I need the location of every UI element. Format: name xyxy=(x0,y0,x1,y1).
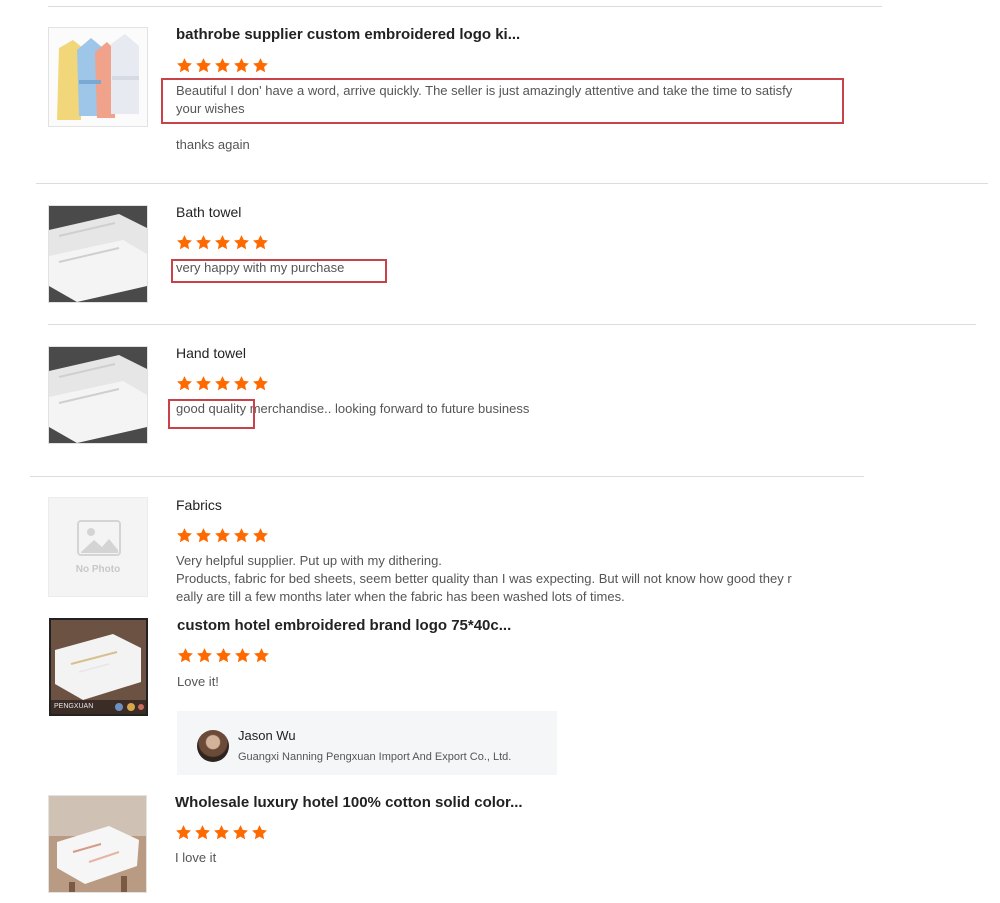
star-icon xyxy=(196,235,211,250)
star-icon xyxy=(197,648,212,663)
star-icon xyxy=(214,825,229,840)
star-icon xyxy=(235,648,250,663)
review-product-title[interactable]: bathrobe supplier custom embroidered log… xyxy=(176,26,520,43)
star-icon xyxy=(254,648,269,663)
reviewer-card: Jason Wu Guangxi Nanning Pengxuan Import… xyxy=(177,711,557,775)
star-icon xyxy=(253,376,268,391)
review-comment: Love it! xyxy=(177,674,219,689)
star-icon xyxy=(196,58,211,73)
highlight-box xyxy=(161,78,844,124)
star-rating xyxy=(175,824,268,841)
star-icon xyxy=(195,825,210,840)
image-watermark: PENGXUAN xyxy=(54,703,94,710)
review-product-title[interactable]: Fabrics xyxy=(176,497,222,513)
review-comment-line: Very helpful supplier. Put up with my di… xyxy=(176,553,442,568)
divider xyxy=(48,6,882,7)
no-photo-icon xyxy=(77,520,121,556)
divider xyxy=(48,324,976,325)
star-icon xyxy=(177,235,192,250)
review-product-title[interactable]: custom hotel embroidered brand logo 75*4… xyxy=(177,617,511,634)
star-icon xyxy=(215,58,230,73)
product-image-bathrobe[interactable] xyxy=(48,27,148,127)
star-icon xyxy=(177,58,192,73)
star-icon xyxy=(234,58,249,73)
star-icon xyxy=(216,648,231,663)
star-icon xyxy=(215,235,230,250)
product-image-hand-towel[interactable] xyxy=(48,346,148,444)
star-icon xyxy=(253,528,268,543)
star-icon xyxy=(253,235,268,250)
review-comment-line: eally are till a few months later when t… xyxy=(176,589,625,604)
star-icon xyxy=(215,376,230,391)
reviewer-company: Guangxi Nanning Pengxuan Import And Expo… xyxy=(238,751,512,763)
review-comment: I love it xyxy=(175,850,217,865)
star-icon xyxy=(177,376,192,391)
reviewer-name[interactable]: Jason Wu xyxy=(238,728,296,743)
star-rating xyxy=(176,57,269,74)
star-icon xyxy=(253,58,268,73)
star-rating xyxy=(176,375,269,392)
star-icon xyxy=(177,528,192,543)
star-icon xyxy=(178,648,193,663)
star-icon xyxy=(252,825,267,840)
star-icon xyxy=(196,528,211,543)
star-icon xyxy=(176,825,191,840)
star-icon xyxy=(234,528,249,543)
product-image-embroidered-towel[interactable]: PENGXUAN xyxy=(49,618,148,716)
review-product-title[interactable]: Hand towel xyxy=(176,345,246,361)
product-image-hotel-towel[interactable] xyxy=(48,795,147,893)
star-icon xyxy=(215,528,230,543)
review-followup: thanks again xyxy=(176,137,250,152)
avatar[interactable] xyxy=(197,730,229,762)
highlight-box xyxy=(171,259,387,283)
review-comment-line: Products, fabric for bed sheets, seem be… xyxy=(176,571,792,586)
review-product-title[interactable]: Wholesale luxury hotel 100% cotton solid… xyxy=(175,794,523,811)
star-icon xyxy=(196,376,211,391)
highlight-box xyxy=(168,399,255,429)
star-rating xyxy=(176,527,269,544)
star-icon xyxy=(234,376,249,391)
star-rating xyxy=(177,647,270,664)
star-rating xyxy=(176,234,269,251)
product-image-bath-towel[interactable] xyxy=(48,205,148,303)
star-icon xyxy=(234,235,249,250)
no-photo-label: No Photo xyxy=(75,564,121,575)
product-image-placeholder: No Photo xyxy=(48,497,148,597)
divider xyxy=(30,476,864,477)
review-product-title[interactable]: Bath towel xyxy=(176,204,241,220)
star-icon xyxy=(233,825,248,840)
divider xyxy=(36,183,988,184)
